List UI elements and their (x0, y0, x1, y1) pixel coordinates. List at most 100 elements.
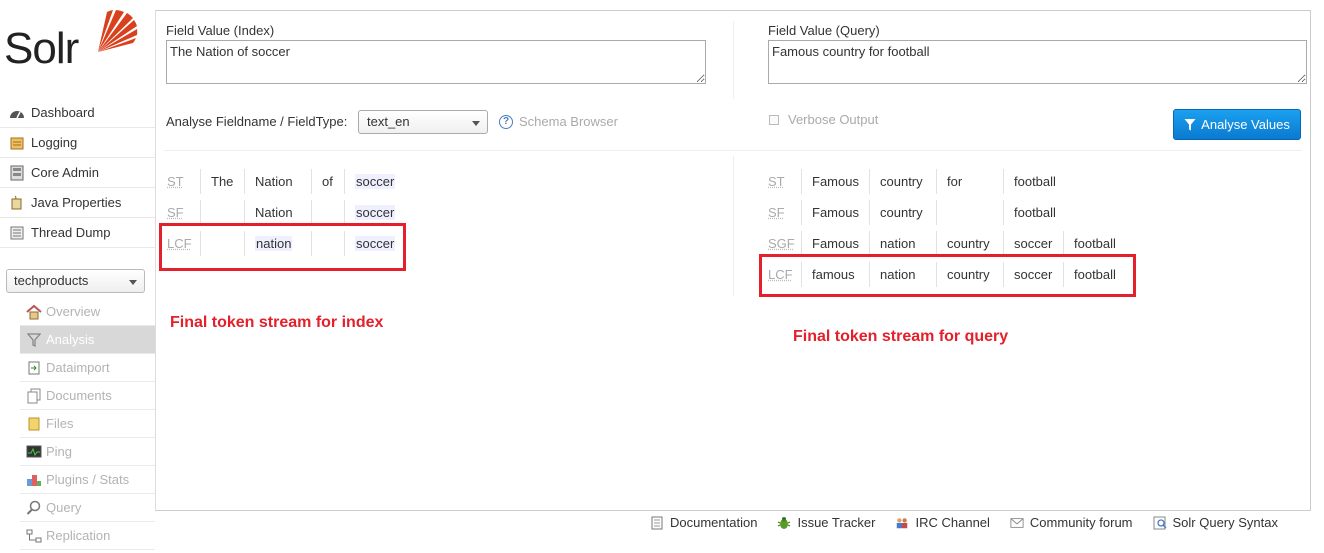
thread-dump-icon (9, 225, 25, 241)
core-selector[interactable]: techproducts (6, 269, 145, 293)
footer-link-label: Issue Tracker (797, 515, 876, 530)
token-text: Famous (812, 174, 859, 189)
core-menu-item-documents[interactable]: Documents (20, 382, 155, 410)
menu-item-dashboard[interactable]: Dashboard (0, 98, 155, 128)
token-text: nation (880, 236, 916, 251)
core-menu-item-label: Query (46, 500, 82, 515)
core-menu-item-query[interactable]: Query (20, 494, 155, 522)
index-value-textarea[interactable]: The Nation of soccer (166, 40, 706, 84)
chevron-down-icon (129, 280, 137, 285)
token-cell: soccer (344, 169, 404, 194)
core-menu-item-label: Plugins / Stats (46, 472, 130, 487)
menu-item-label: Thread Dump (31, 225, 111, 240)
verbose-output-checkbox[interactable] (769, 114, 779, 125)
logging-icon (9, 135, 25, 151)
footer-link-irc-channel[interactable]: IRC Channel (895, 515, 990, 530)
menu-item-label: Java Properties (31, 195, 122, 210)
core-admin-icon (9, 165, 25, 181)
query-value-textarea[interactable]: Famous country for football (768, 40, 1307, 84)
menu-item-logging[interactable]: Logging (0, 128, 155, 158)
core-menu-item-label: Documents (46, 388, 112, 403)
core-menu: Overview Analysis Dataimport Documents F… (20, 298, 155, 550)
core-menu-item-overview[interactable]: Overview (20, 298, 155, 326)
token-text: football (1014, 174, 1056, 189)
token-row-st: ST The Nation of soccer (167, 166, 404, 197)
token-text: The (211, 174, 234, 189)
query-final-stream-highlight-box (759, 254, 1136, 297)
token-cell (936, 200, 1003, 225)
analysis-stage-label[interactable]: SF (167, 205, 200, 220)
solr-admin-app: Solr Dashboard Logging Core Admin Java P… (0, 0, 1324, 553)
dashboard-icon (9, 105, 25, 121)
column-divider (733, 21, 734, 99)
core-menu-item-label: Files (46, 416, 74, 431)
menu-item-java-properties[interactable]: Java Properties (0, 188, 155, 218)
solr-sun-icon (98, 10, 138, 52)
token-cell: country (869, 169, 936, 194)
token-cell: Famous (801, 200, 869, 225)
token-text: Nation (255, 174, 293, 189)
token-cell: football (1063, 231, 1130, 256)
token-row-st: ST Famous country for football (768, 166, 1130, 197)
token-text: soccer (355, 205, 396, 220)
footer-link-issue-tracker[interactable]: Issue Tracker (777, 515, 875, 530)
analyse-values-button[interactable]: Analyse Values (1173, 109, 1301, 140)
token-cell: of (311, 169, 344, 194)
core-menu-item-plugins-stats[interactable]: Plugins / Stats (20, 466, 155, 494)
core-menu-item-ping[interactable]: Ping (20, 438, 155, 466)
home-icon (26, 304, 42, 320)
menu-item-core-admin[interactable]: Core Admin (0, 158, 155, 188)
token-cell: soccer (344, 200, 404, 225)
index-annotation: Final token stream for index (170, 314, 384, 331)
core-menu-item-label: Dataimport (46, 360, 110, 375)
core-menu-item-label: Ping (46, 444, 73, 459)
token-cell: nation (869, 231, 936, 256)
footer-link-label: IRC Channel (915, 515, 990, 530)
core-menu-item-files[interactable]: Files (20, 410, 155, 438)
analysis-stage-label[interactable]: ST (768, 174, 801, 189)
schema-browser-link[interactable]: ? Schema Browser (499, 114, 618, 129)
mail-icon (1010, 516, 1024, 530)
token-text: for (947, 174, 963, 189)
token-text: football (1074, 236, 1116, 251)
token-cell: soccer (1003, 231, 1063, 256)
core-menu-item-dataimport[interactable]: Dataimport (20, 354, 155, 382)
analysis-stage-label[interactable]: ST (167, 174, 200, 189)
footer-link-label: Community forum (1029, 515, 1133, 530)
footer-link-documentation[interactable]: Documentation (650, 515, 757, 530)
token-text: country (880, 174, 923, 189)
token-text: Nation (255, 205, 293, 220)
schema-browser-label: Schema Browser (519, 114, 618, 129)
analysis-stage-label[interactable]: SGF (768, 236, 801, 251)
token-text: country (880, 205, 923, 220)
verbose-output-label: Verbose Output (788, 112, 879, 127)
token-text: Famous (812, 236, 859, 251)
token-cell: Nation (244, 200, 311, 225)
token-text: Famous (812, 205, 859, 220)
token-cell: country (869, 200, 936, 225)
token-cell: Famous (801, 169, 869, 194)
menu-item-thread-dump[interactable]: Thread Dump (0, 218, 155, 248)
token-cell: football (1003, 169, 1063, 194)
irc-icon (895, 516, 909, 530)
fieldtype-label: Analyse Fieldname / FieldType: (166, 114, 348, 129)
documents-icon (26, 388, 42, 404)
menu-item-label: Core Admin (31, 165, 99, 180)
fieldtype-select[interactable]: text_en (358, 110, 488, 134)
funnel-icon (26, 332, 42, 348)
core-menu-item-analysis[interactable]: Analysis (20, 326, 155, 354)
token-cell: country (936, 231, 1003, 256)
footer-link-solr-query-syntax[interactable]: Solr Query Syntax (1153, 515, 1278, 530)
menu-item-label: Dashboard (31, 105, 95, 120)
footer-link-community-forum[interactable]: Community forum (1010, 515, 1133, 530)
token-text: of (322, 174, 333, 189)
token-text: soccer (1014, 236, 1053, 251)
token-cell: Nation (244, 169, 311, 194)
verbose-output-toggle[interactable]: Verbose Output (769, 112, 878, 127)
logo-text: Solr (4, 24, 79, 73)
analysis-stage-label[interactable]: SF (768, 205, 801, 220)
bug-icon (777, 516, 791, 530)
solr-logo[interactable]: Solr (4, 8, 138, 78)
index-field-label: Field Value (Index) (166, 23, 275, 38)
core-menu-item-replication[interactable]: Replication (20, 522, 155, 550)
